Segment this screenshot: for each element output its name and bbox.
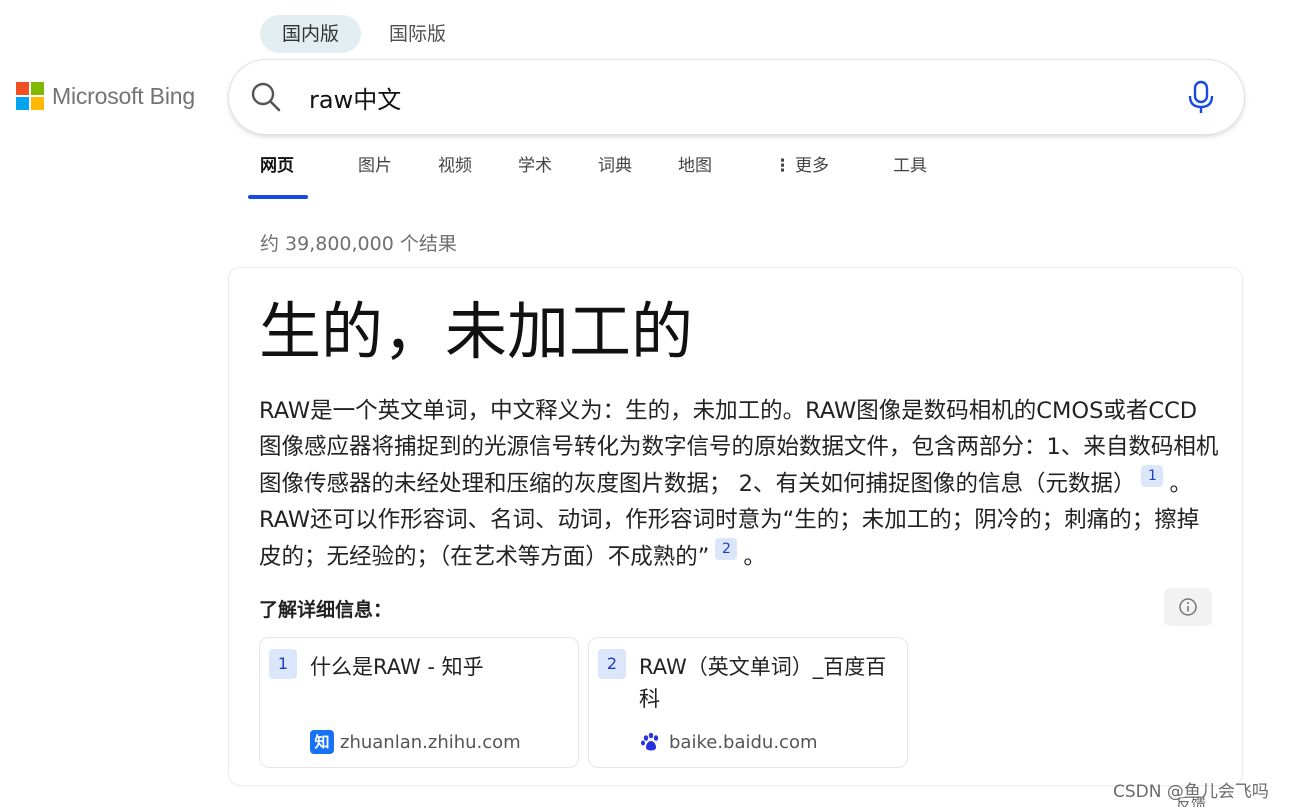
source-number: 1 [269, 649, 297, 679]
source-title: RAW（英文单词）_百度百科 [639, 655, 887, 711]
tab-images[interactable]: 图片 [346, 148, 404, 184]
bing-search-page: 国内版 国际版 Microsoft Bing 网页 图片 视频 学术 词典 地图 [0, 0, 1300, 807]
tab-more[interactable]: ⋮ 更多 [762, 148, 841, 184]
source-card-2[interactable]: 2 RAW（英文单词）_百度百科 baike.baidu.com [588, 637, 908, 768]
search-nav: 网页 图片 视频 学术 词典 地图 ⋮ 更多 工具 [248, 148, 939, 200]
tab-tools[interactable]: 工具 [881, 148, 939, 184]
source-card-1[interactable]: 1 什么是RAW - 知乎 知 zhuanlan.zhihu.com [259, 637, 579, 768]
answer-text-part3: 。 [743, 544, 766, 570]
region-tabs: 国内版 国际版 [260, 15, 468, 53]
tab-maps[interactable]: 地图 [666, 148, 724, 184]
citation-1[interactable]: 1 [1141, 465, 1164, 487]
feedback-link[interactable]: 反馈 [1176, 793, 1206, 807]
answer-text-part1: RAW是一个英文单词，中文释义为：生的，未加工的。RAW图像是数码相机的CMOS… [259, 398, 1219, 497]
search-input[interactable] [309, 77, 1169, 117]
source-site-url: zhuanlan.zhihu.com [340, 731, 521, 753]
answer-card: 生的，未加工的 RAW是一个英文单词，中文释义为：生的，未加工的。RAW图像是数… [228, 267, 1243, 786]
tab-academic[interactable]: 学术 [506, 148, 564, 184]
info-icon [1179, 598, 1197, 616]
source-site: baike.baidu.com [639, 730, 818, 754]
search-box [229, 60, 1244, 134]
source-title: 什么是RAW - 知乎 [310, 655, 484, 679]
tab-videos[interactable]: 视频 [426, 148, 484, 184]
baidu-paw-icon [641, 732, 659, 751]
microphone-icon[interactable] [1186, 79, 1216, 115]
source-site-url: baike.baidu.com [669, 731, 818, 753]
search-icon[interactable] [249, 80, 283, 114]
answer-body: RAW是一个英文单词，中文释义为：生的，未加工的。RAW图像是数码相机的CMOS… [259, 393, 1219, 575]
source-number: 2 [598, 649, 626, 679]
region-tab-international[interactable]: 国际版 [367, 15, 468, 53]
info-button[interactable] [1164, 588, 1212, 626]
result-count: 约 39,800,000 个结果 [260, 233, 457, 255]
tab-more-label: 更多 [795, 156, 829, 176]
zhihu-icon: 知 [310, 730, 334, 754]
more-vertical-icon: ⋮ [774, 156, 791, 176]
tab-dictionary[interactable]: 词典 [586, 148, 644, 184]
logo-text: Microsoft Bing [52, 82, 195, 109]
microsoft-logo-icon [16, 82, 44, 110]
answer-title: 生的，未加工的 [259, 295, 694, 368]
bing-logo[interactable]: Microsoft Bing [16, 82, 195, 110]
source-site: 知 zhuanlan.zhihu.com [310, 730, 521, 754]
citation-2[interactable]: 2 [715, 538, 738, 560]
region-tab-domestic[interactable]: 国内版 [260, 15, 362, 53]
tab-web[interactable]: 网页 [248, 148, 308, 199]
learn-more-heading: 了解详细信息： [259, 599, 393, 621]
